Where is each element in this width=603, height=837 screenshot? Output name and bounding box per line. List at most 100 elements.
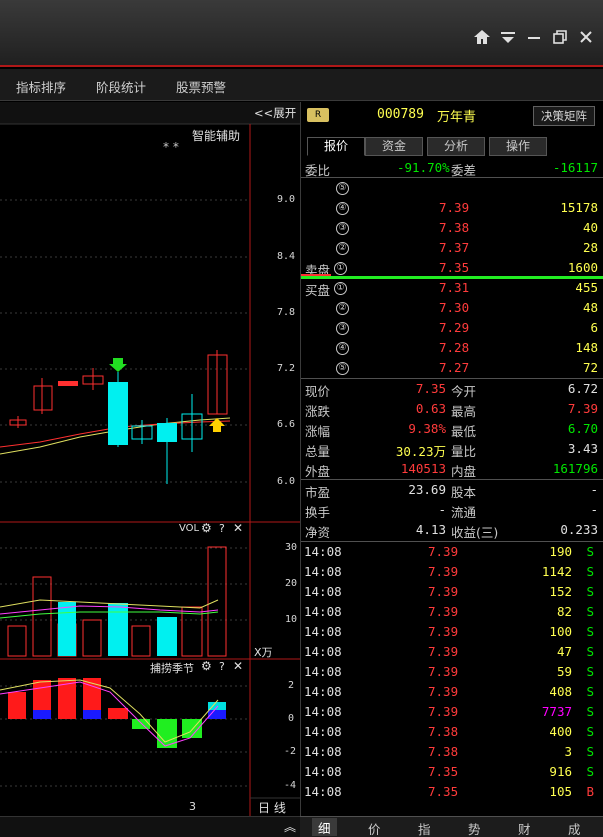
buy-price: 7.31 <box>439 280 470 295</box>
tick-price: 7.39 <box>428 604 459 619</box>
vol-label[interactable]: VOL <box>179 523 199 534</box>
home-icon[interactable] <box>473 28 491 46</box>
stat-label: 总量 <box>305 444 331 459</box>
dropdown-icon[interactable] <box>499 28 517 46</box>
close-panel-icon[interactable]: ✕ <box>233 659 243 673</box>
stat-value: 7.35 <box>415 381 446 396</box>
volume-bars <box>7 546 227 657</box>
sell-level: ② <box>336 242 349 255</box>
tick-volume: 400 <box>549 724 572 739</box>
fundamental-label: 市盈 <box>305 485 331 500</box>
tick-side: S <box>586 744 594 759</box>
tick-price: 7.39 <box>428 664 459 679</box>
tick-price: 7.39 <box>428 684 459 699</box>
buy-volume: 148 <box>575 340 598 355</box>
tick-time: 14:08 <box>304 684 342 699</box>
fundamental-value: 4.13 <box>415 522 446 537</box>
stat-row: 现价 7.35 今开 6.72 <box>301 379 603 399</box>
sell-level: ⑤ <box>336 182 349 195</box>
buy-order-row: 买盘 ① 7.31 455 <box>301 278 603 298</box>
tick-side: S <box>586 764 594 779</box>
restore-icon[interactable] <box>551 28 569 46</box>
stat-label: 涨跌 <box>305 404 331 419</box>
collapse-icon[interactable]: ︽ <box>284 818 296 835</box>
tick-volume: 3 <box>564 744 572 759</box>
main-tick: 6.6 <box>277 419 296 430</box>
bottom-tab[interactable]: 财 <box>518 819 531 837</box>
tick-side: S <box>586 584 594 599</box>
buy-order-row: ④ 7.28 148 <box>301 338 603 358</box>
fundamental-value: - <box>590 482 598 497</box>
fundamental-value: 23.69 <box>408 482 446 497</box>
tick-volume: 7737 <box>541 704 572 719</box>
tick-volume: 408 <box>549 684 572 699</box>
tick-price: 7.35 <box>428 784 459 799</box>
tick-time: 14:08 <box>304 624 342 639</box>
tick-side: S <box>586 684 594 699</box>
tick-volume: 82 <box>556 604 572 619</box>
stock-code: 000789 <box>377 107 424 122</box>
fundamental-row: 换手 - 流通 - <box>301 500 603 520</box>
stat-value: 161796 <box>552 461 598 476</box>
chart-panel[interactable]: <<展开 智能辅助 * * 9.0 8.4 7.8 7.2 6.6 6.0 VO… <box>0 102 300 816</box>
tick-time: 14:08 <box>304 724 342 739</box>
fundamental-row: 净资 4.13 收益(三) 0.233 <box>301 520 603 540</box>
buy-volume: 48 <box>582 300 598 315</box>
bottom-tabs: 细价指势财成 <box>300 816 603 837</box>
gear-icon[interactable]: ⚙ <box>201 659 212 673</box>
footer-number: 3 <box>189 800 196 813</box>
bottom-tab[interactable]: 成 <box>568 819 581 837</box>
tab-funds[interactable]: 资金 <box>365 137 423 156</box>
tick-price: 7.39 <box>428 564 459 579</box>
stat-label: 内盘 <box>451 464 477 479</box>
help-icon[interactable]: ? <box>219 660 225 673</box>
tab-operation[interactable]: 操作 <box>489 137 547 156</box>
decision-matrix-button[interactable]: 决策矩阵 <box>533 106 595 126</box>
sell-price: 7.39 <box>439 200 470 215</box>
tab-analysis[interactable]: 分析 <box>427 137 485 156</box>
sell-order-row: ⑤ <box>301 178 603 198</box>
tick-row: 14:08 7.38 3 S <box>301 742 603 762</box>
close-panel-icon[interactable]: ✕ <box>233 521 243 535</box>
kline-chart[interactable] <box>0 102 300 816</box>
tick-row: 14:08 7.39 190 S <box>301 542 603 562</box>
tick-row: 14:08 7.39 1142 S <box>301 562 603 582</box>
tick-price: 7.38 <box>428 744 459 759</box>
help-icon[interactable]: ? <box>219 522 225 535</box>
tick-side: S <box>586 604 594 619</box>
bottom-tab[interactable]: 势 <box>468 819 481 837</box>
menu-stock-alert[interactable]: 股票预警 <box>176 77 226 96</box>
sub-indicator-name[interactable]: 捕捞季节 <box>150 660 194 676</box>
main-tick: 8.4 <box>277 251 296 262</box>
period-button[interactable]: 日 线 <box>258 799 286 816</box>
tick-time: 14:08 <box>304 584 342 599</box>
tick-price: 7.39 <box>428 544 459 559</box>
tick-volume: 105 <box>549 784 572 799</box>
buy-level: ⑤ <box>336 362 349 375</box>
tab-quote[interactable]: 报价 <box>307 137 365 156</box>
stat-row: 总量 30.23万 量比 3.43 <box>301 439 603 459</box>
minimize-icon[interactable] <box>525 28 543 46</box>
bottom-tab[interactable]: 指 <box>418 819 431 837</box>
stat-label: 量比 <box>451 444 477 459</box>
indicator-name[interactable]: 智能辅助 <box>192 127 240 144</box>
tick-side: S <box>586 724 594 739</box>
fundamental-label: 净资 <box>305 525 331 540</box>
tick-row: 14:08 7.35 105 B <box>301 782 603 802</box>
bottom-tab[interactable]: 细 <box>312 818 337 836</box>
tick-row: 14:08 7.39 82 S <box>301 602 603 622</box>
menu-stage-stats[interactable]: 阶段统计 <box>96 77 146 96</box>
gear-icon[interactable]: ⚙ <box>201 521 212 535</box>
stat-row: 涨幅 9.38% 最低 6.70 <box>301 419 603 439</box>
expand-button[interactable]: <<展开 <box>254 105 296 121</box>
menu-indicator-sort[interactable]: 指标排序 <box>16 77 66 96</box>
tick-row: 14:08 7.39 408 S <box>301 682 603 702</box>
buy-price: 7.29 <box>439 320 470 335</box>
sell-level: ④ <box>336 202 349 215</box>
tick-side: S <box>586 664 594 679</box>
vol-unit: X万 <box>254 646 273 659</box>
close-icon[interactable] <box>577 28 595 46</box>
fundamental-label: 流通 <box>451 505 477 520</box>
buy-order-row: ③ 7.29 6 <box>301 318 603 338</box>
bottom-tab[interactable]: 价 <box>368 819 381 837</box>
